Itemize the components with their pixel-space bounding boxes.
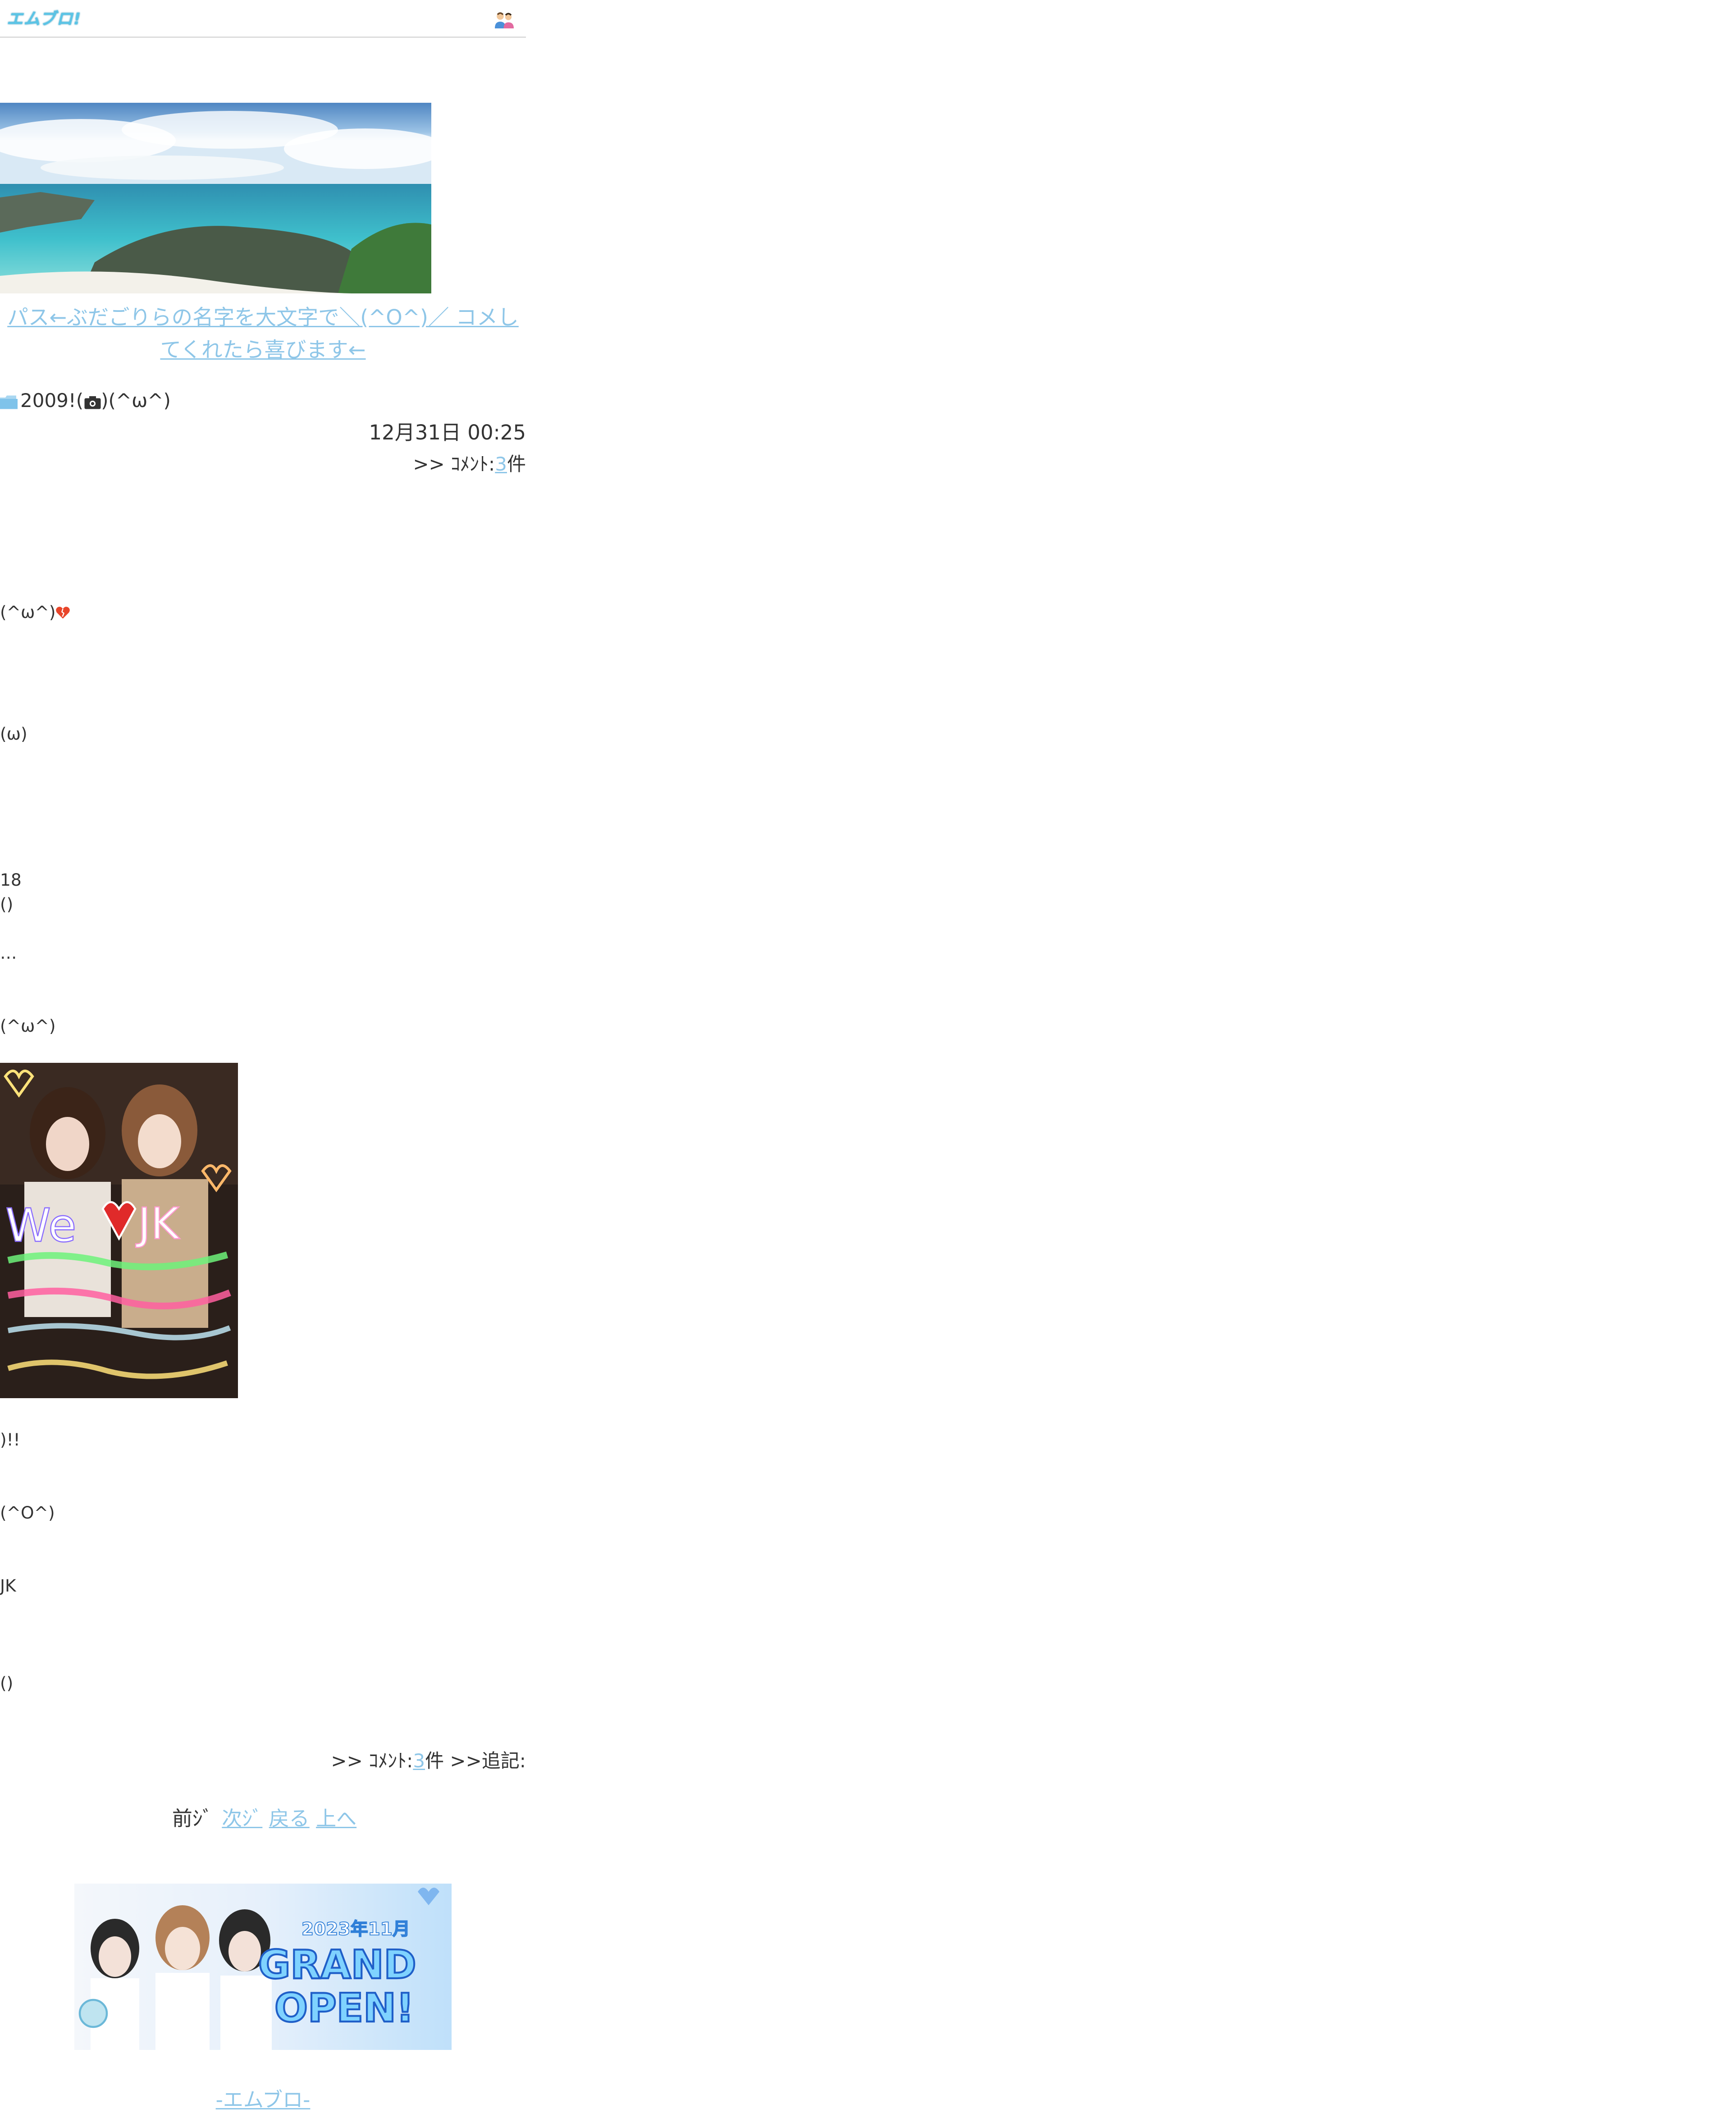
entry-title: 2009 !( )(^ω^) (0, 389, 171, 414)
footer-comments-unit: 件 >>追記: (425, 1751, 526, 1773)
folder-icon (0, 395, 18, 408)
entry-body-block-1: (^ω^) (0, 503, 71, 625)
hero-link-text[interactable]: パス←ぶだごりらの名字を大文字で＼(^O^)／ コメしてくれたら喜びます← (7, 306, 519, 362)
body-text-1: (^ω^) (0, 602, 56, 622)
footer-comments-count-link[interactable]: 3 (413, 1751, 425, 1773)
pager-next-link[interactable]: 次ｼﾞ (222, 1807, 262, 1831)
entry-title-year: 2009 (20, 391, 69, 412)
entry-body-block-8: () (0, 1673, 14, 1693)
entry-date: 12月31日 00:25 (369, 421, 526, 445)
pager-back-link[interactable]: 戻る (269, 1807, 310, 1831)
banner-headline-2: OPEN! (274, 1985, 414, 2031)
viewport: エムブロ! パス←ぶだごりらの名字を大文字で＼(^O^)／ コメしてくれたら喜び… (0, 0, 1736, 2127)
photo-caption-jk: JK (136, 1198, 180, 1249)
comments-unit: 件 (507, 454, 526, 476)
entry-body-block-5: (^ω^) (0, 1015, 56, 1036)
entry-title-suffix: )(^ω^) (101, 391, 171, 412)
footer-comments-label: >> ｺﾒﾝﾄ: (331, 1751, 413, 1773)
users-icon[interactable] (493, 11, 515, 30)
entry-photo[interactable]: We JK (0, 1063, 238, 1398)
entry-title-mid: !( (68, 391, 84, 412)
entry-body-block-6: )!! (^O^) (0, 1429, 55, 1523)
site-logo[interactable]: エムブロ! (7, 7, 82, 30)
comments-label: >> ｺﾒﾝﾄ: (413, 454, 495, 476)
page-column: エムブロ! パス←ぶだごりらの名字を大文字で＼(^O^)／ コメしてくれたら喜び… (0, 0, 526, 2112)
entry-comments: >> ｺﾒﾝﾄ:3件 (0, 453, 526, 477)
hero-title-link[interactable]: パス←ぶだごりらの名字を大文字で＼(^O^)／ コメしてくれたら喜びます← (0, 302, 526, 366)
entry-body-block-2: (ω) (0, 723, 27, 744)
entry-body-block-3: 18 () (0, 869, 22, 914)
pager: 前ｼﾞ 次ｼﾞ 戻る 上へ (0, 1807, 526, 1831)
ad-banner[interactable]: 2023年11月 GRAND OPEN! (74, 1884, 452, 2050)
pager-prev: 前ｼﾞ (172, 1807, 213, 1831)
banner-headline-1: GRAND (258, 1942, 416, 1988)
entry-body-block-4: … (0, 942, 17, 963)
site-header: エムブロ! (0, 0, 526, 38)
hero-image (0, 103, 431, 293)
footer-site-link[interactable]: -エムブロ- (216, 2088, 311, 2112)
comments-count-link[interactable]: 3 (495, 454, 507, 476)
banner-date: 2023年11月 (302, 1919, 410, 1939)
heart-icon (56, 607, 70, 619)
footer-comments: >> ｺﾒﾝﾄ:3件 >>追記: (0, 1750, 526, 1774)
photo-caption-we: We (5, 1199, 77, 1253)
pager-top-link[interactable]: 上へ (316, 1807, 356, 1831)
entry-body-block-7: JK (0, 1575, 16, 1596)
camera-icon (84, 395, 101, 408)
footer-site-link-wrap: -エムブロ- (0, 2088, 526, 2112)
